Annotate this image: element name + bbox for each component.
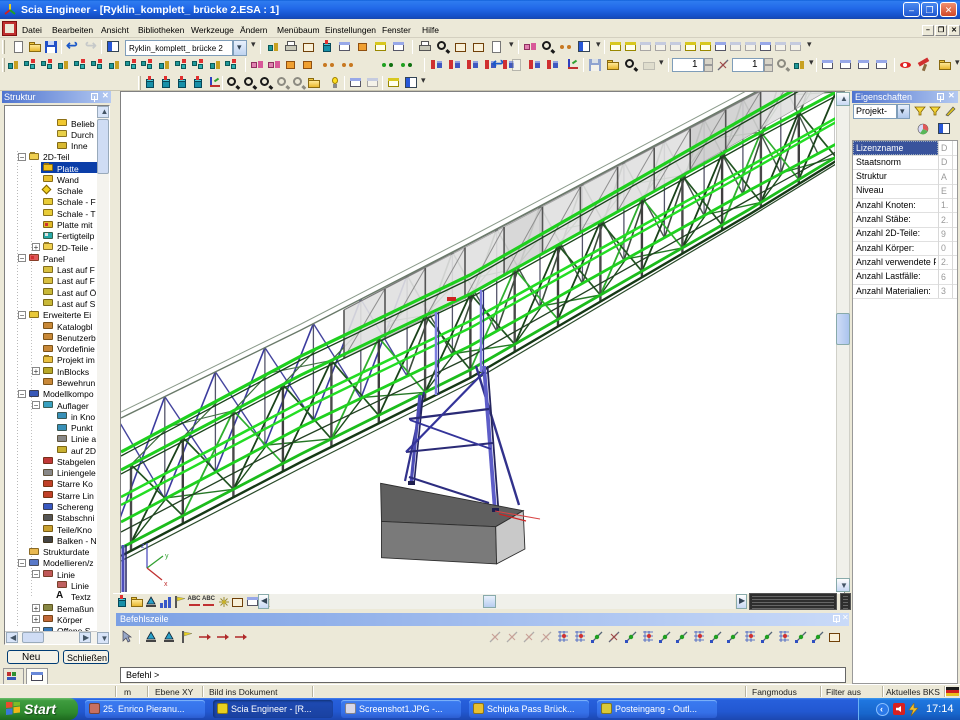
svg-text:z: z [141,543,145,550]
svg-text:x: x [164,581,168,588]
svg-text:y: y [165,553,169,560]
